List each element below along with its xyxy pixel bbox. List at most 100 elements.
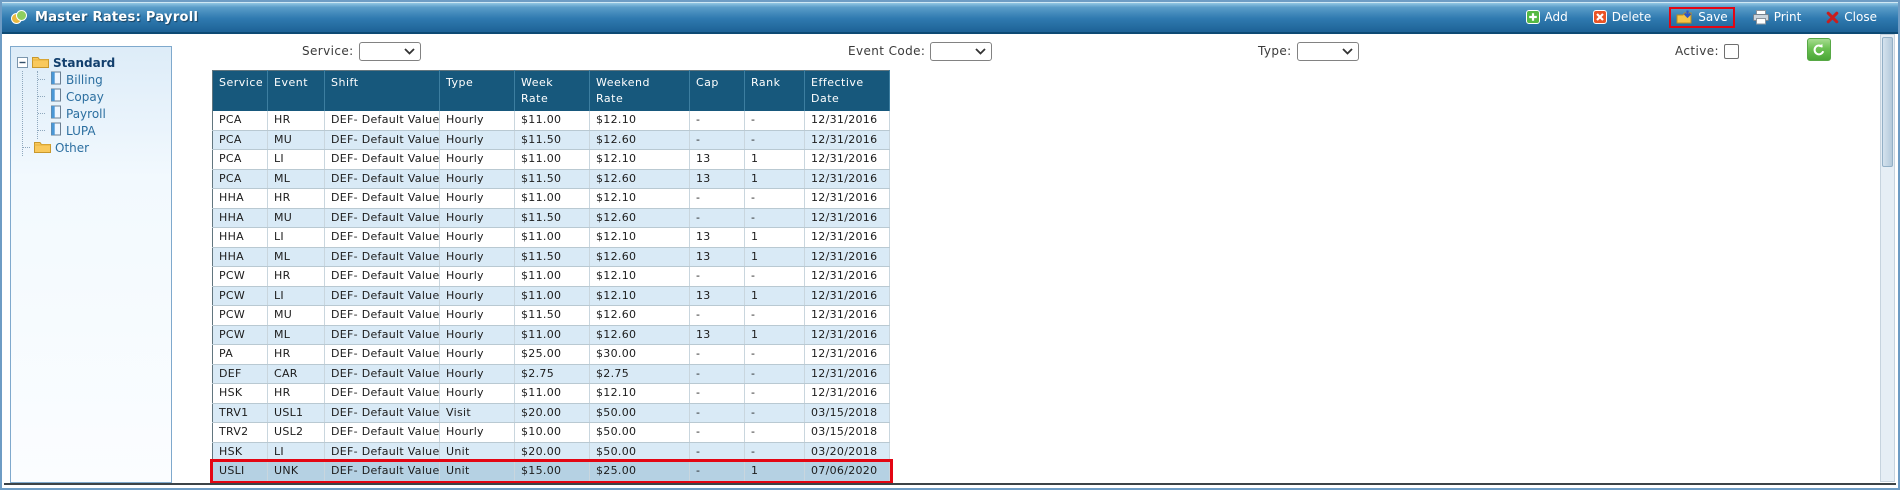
table-cell[interactable]: -	[690, 384, 745, 404]
table-cell[interactable]: Unit	[440, 462, 515, 482]
table-cell[interactable]: $50.00	[590, 423, 690, 443]
table-cell[interactable]: HR	[268, 111, 325, 130]
table-row[interactable]: HSKLIDEF- Default ValueUnit$20.00$50.00-…	[213, 442, 890, 462]
table-cell[interactable]: MU	[268, 208, 325, 228]
table-row[interactable]: HHALIDEF- Default ValueHourly$11.00$12.1…	[213, 228, 890, 248]
table-cell[interactable]: HSK	[213, 384, 268, 404]
table-cell[interactable]: Hourly	[440, 364, 515, 384]
table-cell[interactable]: 1	[745, 150, 805, 170]
table-cell[interactable]: DEF- Default Value	[325, 423, 440, 443]
table-cell[interactable]: USLI	[213, 462, 268, 482]
table-cell[interactable]: $12.10	[590, 189, 690, 209]
table-cell[interactable]: TRV2	[213, 423, 268, 443]
table-cell[interactable]: 12/31/2016	[805, 306, 890, 326]
table-cell[interactable]: HR	[268, 267, 325, 287]
table-cell[interactable]: $11.50	[515, 208, 590, 228]
table-cell[interactable]: Hourly	[440, 208, 515, 228]
table-cell[interactable]: PCW	[213, 286, 268, 306]
table-cell[interactable]: DEF- Default Value	[325, 403, 440, 423]
delete-button[interactable]: Delete	[1586, 7, 1658, 27]
table-cell[interactable]: PCA	[213, 150, 268, 170]
table-cell[interactable]: $12.60	[590, 306, 690, 326]
table-row[interactable]: HSKHRDEF- Default ValueHourly$11.00$12.1…	[213, 384, 890, 404]
table-cell[interactable]: DEF- Default Value	[325, 267, 440, 287]
table-cell[interactable]: DEF- Default Value	[325, 364, 440, 384]
table-cell[interactable]: -	[745, 364, 805, 384]
vertical-scrollbar[interactable]	[1880, 34, 1895, 482]
scrollbar-thumb[interactable]	[1882, 37, 1893, 167]
table-cell[interactable]: LI	[268, 150, 325, 170]
table-cell[interactable]: PCW	[213, 306, 268, 326]
table-cell[interactable]: 13	[690, 228, 745, 248]
table-cell[interactable]: ML	[268, 169, 325, 189]
table-cell[interactable]: HHA	[213, 189, 268, 209]
table-cell[interactable]: $20.00	[515, 403, 590, 423]
table-cell[interactable]: LI	[268, 228, 325, 248]
table-cell[interactable]: $11.50	[515, 306, 590, 326]
table-cell[interactable]: $11.00	[515, 189, 590, 209]
table-cell[interactable]: TRV1	[213, 403, 268, 423]
table-cell[interactable]: -	[690, 462, 745, 482]
table-cell[interactable]: 03/20/2018	[805, 442, 890, 462]
table-cell[interactable]: $25.00	[590, 462, 690, 482]
table-cell[interactable]: LI	[268, 442, 325, 462]
table-cell[interactable]: Hourly	[440, 423, 515, 443]
column-header[interactable]: Weekend Rate	[590, 71, 690, 112]
save-button[interactable]: Save	[1669, 7, 1734, 28]
table-cell[interactable]: 03/15/2018	[805, 423, 890, 443]
table-cell[interactable]: $20.00	[515, 442, 590, 462]
table-cell[interactable]: 03/15/2018	[805, 403, 890, 423]
table-cell[interactable]: 1	[745, 325, 805, 345]
table-cell[interactable]: $2.75	[590, 364, 690, 384]
column-header[interactable]: Cap	[690, 71, 745, 112]
table-cell[interactable]: MU	[268, 306, 325, 326]
table-cell[interactable]: $12.10	[590, 228, 690, 248]
table-cell[interactable]: $30.00	[590, 345, 690, 365]
table-cell[interactable]: Hourly	[440, 325, 515, 345]
table-row[interactable]: HHAMUDEF- Default ValueHourly$11.50$12.6…	[213, 208, 890, 228]
table-cell[interactable]: $12.60	[590, 325, 690, 345]
table-cell[interactable]: -	[745, 208, 805, 228]
table-row[interactable]: PCAMUDEF- Default ValueHourly$11.50$12.6…	[213, 130, 890, 150]
table-cell[interactable]: 13	[690, 150, 745, 170]
table-cell[interactable]: -	[690, 111, 745, 130]
sidebar-item-copay[interactable]: Copay	[38, 88, 167, 105]
table-cell[interactable]: 12/31/2016	[805, 384, 890, 404]
table-cell[interactable]: -	[690, 267, 745, 287]
table-cell[interactable]: 12/31/2016	[805, 111, 890, 130]
table-cell[interactable]: PCW	[213, 267, 268, 287]
table-cell[interactable]: UNK	[268, 462, 325, 482]
table-cell[interactable]: DEF- Default Value	[325, 247, 440, 267]
table-cell[interactable]: 12/31/2016	[805, 228, 890, 248]
table-row[interactable]: PCWMUDEF- Default ValueHourly$11.50$12.6…	[213, 306, 890, 326]
table-cell[interactable]: 13	[690, 247, 745, 267]
table-cell[interactable]: DEF	[213, 364, 268, 384]
table-cell[interactable]: CAR	[268, 364, 325, 384]
table-cell[interactable]: $12.60	[590, 130, 690, 150]
table-cell[interactable]: DEF- Default Value	[325, 286, 440, 306]
table-cell[interactable]: MU	[268, 130, 325, 150]
table-cell[interactable]: USL1	[268, 403, 325, 423]
table-cell[interactable]: -	[745, 189, 805, 209]
table-cell[interactable]: -	[745, 384, 805, 404]
table-cell[interactable]: DEF- Default Value	[325, 150, 440, 170]
table-row[interactable]: PCAMLDEF- Default ValueHourly$11.50$12.6…	[213, 169, 890, 189]
table-cell[interactable]: -	[745, 345, 805, 365]
table-cell[interactable]: DEF- Default Value	[325, 384, 440, 404]
table-cell[interactable]: $12.10	[590, 384, 690, 404]
table-cell[interactable]: -	[690, 208, 745, 228]
table-cell[interactable]: -	[745, 130, 805, 150]
table-cell[interactable]: PCA	[213, 169, 268, 189]
table-row[interactable]: HHAMLDEF- Default ValueHourly$11.50$12.6…	[213, 247, 890, 267]
table-cell[interactable]: $12.60	[590, 208, 690, 228]
table-cell[interactable]: Hourly	[440, 169, 515, 189]
table-cell[interactable]: $50.00	[590, 442, 690, 462]
sidebar-item-label[interactable]: Payroll	[66, 107, 106, 121]
table-cell[interactable]: DEF- Default Value	[325, 228, 440, 248]
table-cell[interactable]: HR	[268, 189, 325, 209]
table-cell[interactable]: -	[745, 442, 805, 462]
table-cell[interactable]: $10.00	[515, 423, 590, 443]
table-cell[interactable]: 12/31/2016	[805, 150, 890, 170]
table-cell[interactable]: DEF- Default Value	[325, 130, 440, 150]
table-cell[interactable]: DEF- Default Value	[325, 306, 440, 326]
